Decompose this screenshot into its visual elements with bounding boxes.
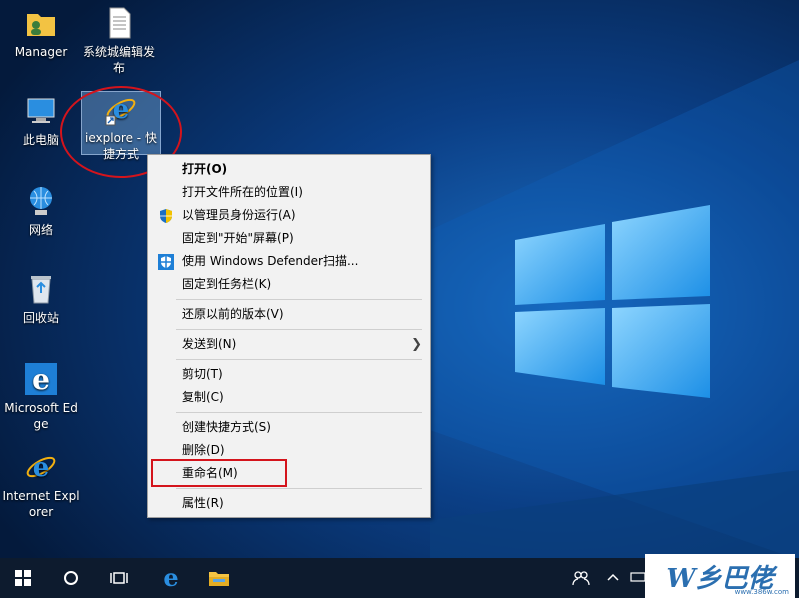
computer-icon [24,94,58,128]
cortana-search-icon[interactable] [48,558,94,598]
internet-explorer-icon: e [24,450,58,484]
annotation-rename-box [151,459,287,487]
edge-icon[interactable]: e [148,558,194,598]
menu-item-open-file-location[interactable]: 打开文件所在的位置(I) [148,181,430,204]
desktop-icon-label: 系统城编辑发布 [82,45,155,75]
chevron-up-icon[interactable] [606,570,620,588]
recycle-bin-icon [24,272,58,306]
desktop-icon-edge[interactable]: e Microsoft Edge [2,362,80,432]
menu-item-send-to[interactable]: 发送到(N) ❯ [148,333,430,356]
network-icon [24,184,58,218]
desktop-icon-network[interactable]: 网络 [2,184,80,238]
desktop-icon-label: Manager [14,45,68,59]
chevron-right-icon: ❯ [411,337,422,352]
menu-item-properties[interactable]: 属性(R) [148,492,430,515]
menu-separator [176,412,422,413]
desktop-icon-manager[interactable]: Manager [2,6,80,60]
windows-start-icon[interactable] [0,558,46,598]
menu-item-restore-previous-versions[interactable]: 还原以前的版本(V) [148,303,430,326]
menu-item-pin-to-taskbar[interactable]: 固定到任务栏(K) [148,273,430,296]
file-explorer-icon[interactable] [196,558,242,598]
menu-separator [176,359,422,360]
menu-separator [176,488,422,489]
desktop-icon-label: Internet Explorer [2,489,80,519]
task-view-icon[interactable] [96,558,142,598]
desktop-icon-internet-explorer[interactable]: e Internet Explorer [2,450,80,520]
menu-item-pin-to-start[interactable]: 固定到"开始"屏幕(P) [148,227,430,250]
menu-separator [176,299,422,300]
svg-text:e: e [32,363,50,396]
desktop-icon-label: 网络 [28,223,53,237]
menu-item-run-as-admin[interactable]: 以管理员身份运行(A) [148,204,430,227]
desktop-icon-label: 回收站 [22,311,59,325]
menu-item-open[interactable]: 打开(O) [148,158,430,181]
desktop-icon-label: Microsoft Edge [4,401,78,431]
defender-shield-icon [158,254,174,270]
uac-shield-icon [158,208,174,224]
menu-separator [176,329,422,330]
svg-text:e: e [163,567,178,589]
site-watermark-logo: W乡巴佬 www.386w.com [645,554,795,598]
desktop-icon-recycle-bin[interactable]: 回收站 [2,272,80,326]
user-folder-icon [24,6,58,40]
people-icon[interactable] [572,570,590,590]
desktop-icon-text-file[interactable]: 系统城编辑发布 [80,6,158,76]
menu-item-defender-scan[interactable]: 使用 Windows Defender扫描... [148,250,430,273]
menu-item-copy[interactable]: 复制(C) [148,386,430,409]
svg-text:e: e [33,453,50,483]
menu-item-create-shortcut[interactable]: 创建快捷方式(S) [148,416,430,439]
text-document-icon [102,6,136,40]
edge-icon: e [24,362,58,396]
menu-item-cut[interactable]: 剪切(T) [148,363,430,386]
